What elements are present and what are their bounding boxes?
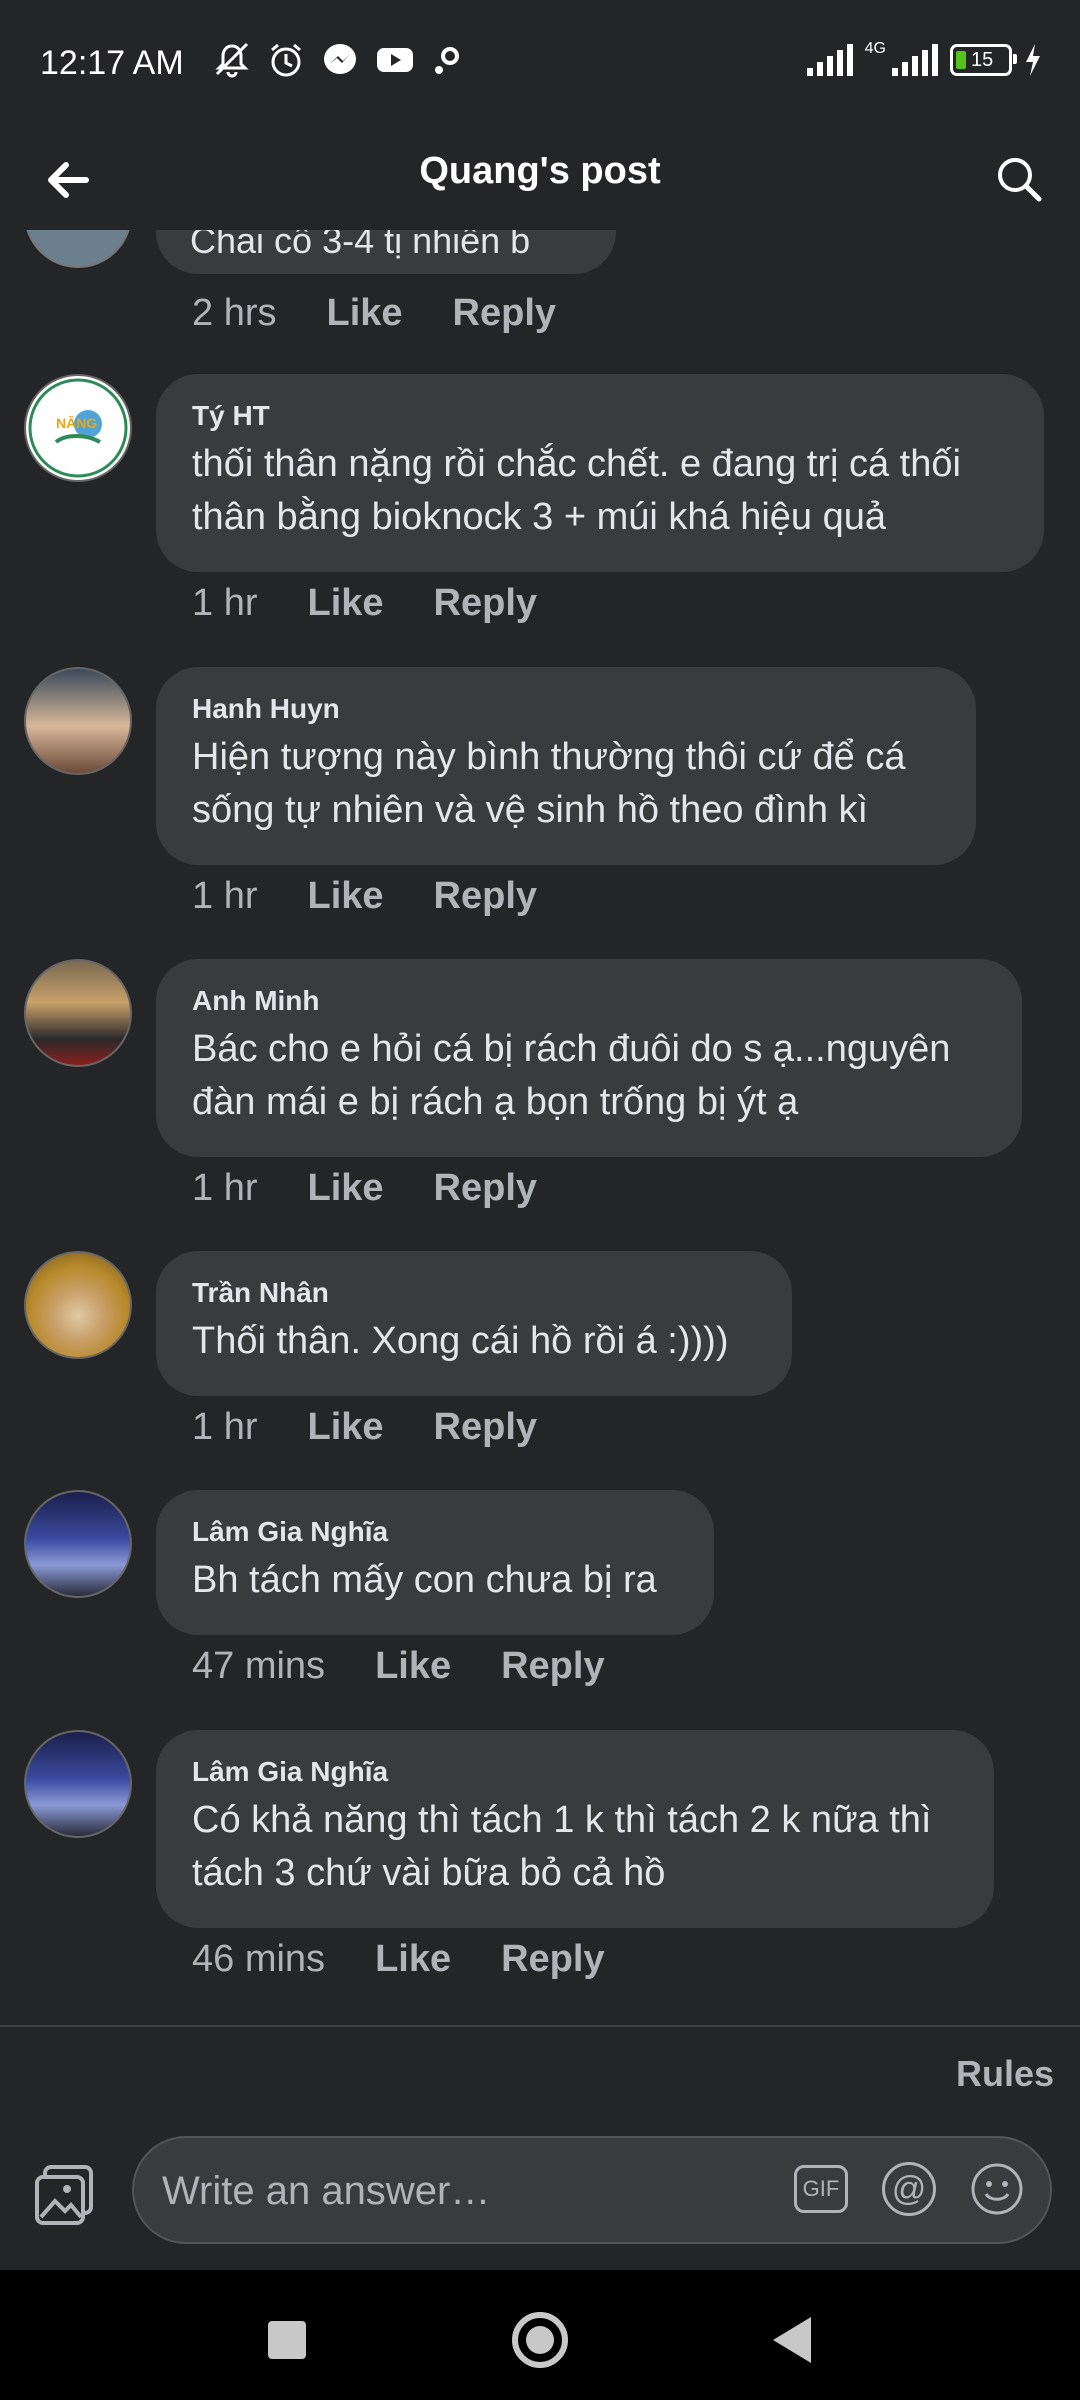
home-button[interactable] (500, 2300, 580, 2380)
comment-time: 2 hrs (192, 292, 277, 334)
like-button[interactable]: Like (375, 1938, 451, 1981)
status-time: 12:17 AM (40, 44, 184, 82)
triangle-back-icon (773, 2317, 811, 2363)
reply-button[interactable]: Reply (501, 1645, 604, 1688)
square-icon (268, 2321, 306, 2359)
like-button[interactable]: Like (326, 292, 402, 335)
comment-time: 1 hr (192, 1406, 258, 1448)
settings-icon (435, 47, 459, 74)
status-icons-right: 4G 15 (805, 40, 1044, 80)
comment-bubble[interactable]: Trần Nhân Thối thân. Xong cái hồ rồi á :… (156, 1251, 792, 1396)
comment-bubble[interactable]: Chai cố 3-4 tị nhiễn b (156, 230, 616, 274)
top-bar: Quang's post (0, 130, 1080, 230)
comment-bubble[interactable]: Hanh Huyn Hiện tượng này bình thường thô… (156, 667, 976, 865)
avatar[interactable]: NĂNG (24, 374, 132, 482)
comment-actions: 47 mins Like Reply (192, 1645, 605, 1688)
comment-bubble[interactable]: Lâm Gia Nghĩa Bh tách mấy con chưa bị ra (156, 1490, 714, 1635)
youtube-icon (377, 48, 413, 72)
comment-author[interactable]: Hanh Huyn (192, 693, 940, 725)
alarm-icon (271, 43, 301, 77)
comment-actions: 1 hr Like Reply (192, 1406, 537, 1449)
svg-text:NĂNG: NĂNG (56, 415, 97, 431)
signal-icon-2 (892, 44, 938, 76)
back-nav-button[interactable] (752, 2300, 832, 2380)
avatar[interactable] (24, 667, 132, 775)
image-icon (35, 2165, 93, 2225)
comment-author[interactable]: Lâm Gia Nghĩa (192, 1516, 678, 1548)
comment-bubble[interactable]: Lâm Gia Nghĩa Có khả năng thì tách 1 k t… (156, 1730, 994, 1928)
reply-button[interactable]: Reply (501, 1938, 604, 1981)
comments-feed[interactable]: Chai cố 3-4 tị nhiễn b 2 hrs Like Reply … (0, 230, 1080, 2020)
reply-button[interactable]: Reply (434, 875, 537, 918)
comment-composer: GIF @ (0, 2120, 1080, 2270)
comment-time: 1 hr (192, 582, 258, 624)
comment-time: 1 hr (192, 875, 258, 917)
like-button[interactable]: Like (307, 875, 383, 918)
reply-button[interactable]: Reply (434, 1167, 537, 1210)
like-button[interactable]: Like (307, 1406, 383, 1449)
like-button[interactable]: Like (307, 1167, 383, 1210)
answer-input[interactable] (160, 2156, 684, 2226)
comment-text: Hiện tượng này bình thường thôi cứ để cá… (192, 736, 906, 831)
comment-author[interactable]: Anh Minh (192, 985, 986, 1017)
comment-actions: 1 hr Like Reply (192, 875, 537, 918)
avatar[interactable] (24, 959, 132, 1067)
divider (0, 2025, 1080, 2027)
mention-button[interactable]: @ (882, 2162, 936, 2216)
reply-button[interactable]: Reply (434, 1406, 537, 1449)
battery-icon: 15 (950, 44, 1017, 76)
comment-time: 46 mins (192, 1938, 326, 1980)
comment-author[interactable]: Tý HT (192, 400, 1008, 432)
comment-actions: 2 hrs Like Reply (192, 292, 556, 335)
comment-text: Chai cố 3-4 tị nhiễn b (190, 230, 531, 261)
photo-button[interactable] (28, 2158, 102, 2232)
comment-text: Bh tách mấy con chưa bị ra (192, 1559, 657, 1601)
comment-author[interactable]: Lâm Gia Nghĩa (192, 1756, 958, 1788)
comment-actions: 1 hr Like Reply (192, 582, 537, 625)
comment-text: Thối thân. Xong cái hồ rồi á :)))) (192, 1320, 729, 1362)
emoji-icon[interactable] (970, 2162, 1024, 2216)
search-button[interactable] (988, 148, 1050, 210)
recents-button[interactable] (247, 2300, 327, 2380)
comment-text: Bác cho e hỏi cá bị rách đuôi do s ạ...n… (192, 1028, 951, 1123)
messenger-icon (324, 44, 356, 74)
comment-actions: 1 hr Like Reply (192, 1167, 537, 1210)
comment-author[interactable]: Trần Nhân (192, 1277, 756, 1309)
battery-level: 15 (971, 48, 994, 71)
at-icon: @ (891, 2169, 927, 2208)
comment-time: 1 hr (192, 1167, 258, 1209)
like-button[interactable]: Like (375, 1645, 451, 1688)
network-type: 4G (864, 40, 886, 57)
navigation-bar (0, 2270, 1080, 2400)
status-icons-left (212, 40, 466, 80)
rules-link[interactable]: Rules (956, 2053, 1054, 2095)
reply-button[interactable]: Reply (434, 582, 537, 625)
mute-icon (215, 42, 249, 78)
search-icon (998, 158, 1042, 202)
comment-text: thối thân nặng rồi chắc chết. e đang trị… (192, 443, 961, 538)
avatar[interactable] (24, 1490, 132, 1598)
reply-button[interactable]: Reply (453, 292, 556, 335)
avatar[interactable] (24, 1730, 132, 1838)
logo-icon: NĂNG (28, 378, 128, 478)
gif-icon: GIF (802, 2176, 840, 2201)
comment-text: Có khả năng thì tách 1 k thì tách 2 k nữ… (192, 1799, 932, 1894)
charging-icon (1026, 44, 1040, 76)
signal-icon (806, 44, 853, 76)
comment-bubble[interactable]: Anh Minh Bác cho e hỏi cá bị rách đuôi d… (156, 959, 1022, 1157)
comment-bubble[interactable]: Tý HT thối thân nặng rồi chắc chết. e đa… (156, 374, 1044, 572)
page-title: Quang's post (419, 150, 661, 192)
gif-button[interactable]: GIF (794, 2165, 848, 2213)
comment-actions: 46 mins Like Reply (192, 1938, 605, 1981)
answer-box[interactable]: GIF @ (132, 2136, 1052, 2244)
avatar[interactable] (24, 230, 132, 268)
like-button[interactable]: Like (307, 582, 383, 625)
circle-icon (512, 2312, 568, 2368)
comment-time: 47 mins (192, 1645, 326, 1687)
avatar[interactable] (24, 1251, 132, 1359)
composer-icons: GIF @ (794, 2162, 1024, 2216)
status-bar: 12:17 AM 4G 15 (0, 0, 1080, 130)
